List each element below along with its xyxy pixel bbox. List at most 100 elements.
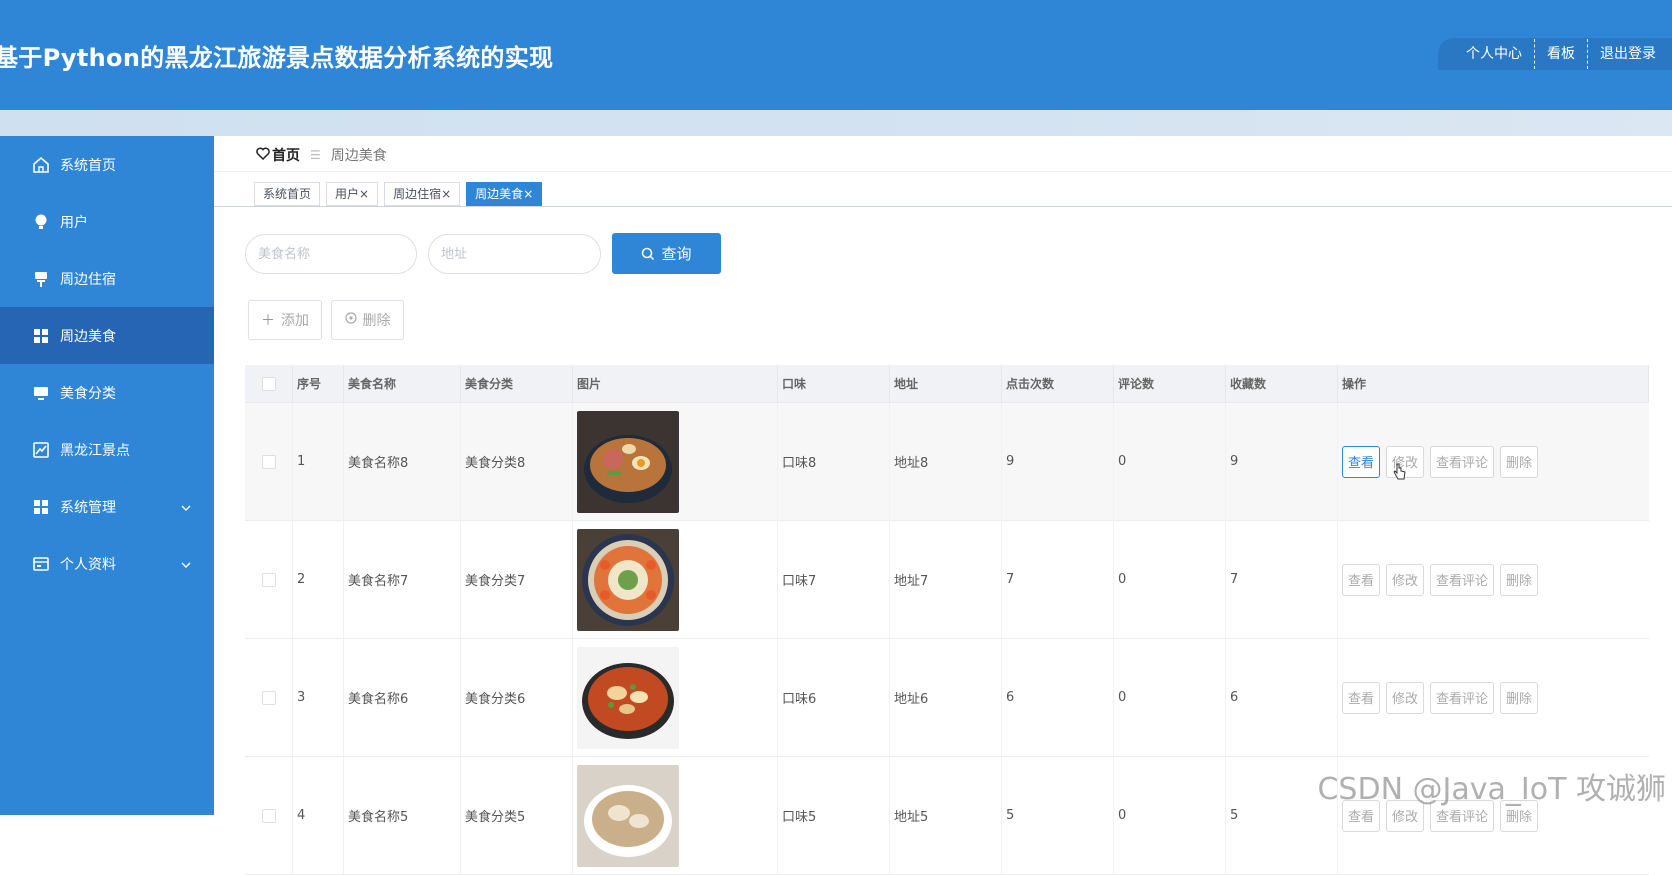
- pointer-cursor-icon: [1393, 463, 1407, 485]
- app-title: 基于Python的黑龙江旅游景点数据分析系统的实现: [0, 44, 554, 72]
- sidebar-item-food[interactable]: 周边美食: [0, 307, 214, 364]
- column-header: 图片: [573, 365, 778, 402]
- food-taste: 口味6: [778, 639, 890, 756]
- row-checkbox[interactable]: [261, 454, 276, 469]
- click-count: 6: [1002, 639, 1114, 756]
- view-comments-button[interactable]: 查看评论: [1430, 681, 1495, 714]
- comment-count: 0: [1114, 403, 1226, 520]
- profile-center-link[interactable]: 个人中心: [1454, 38, 1534, 70]
- grid-icon: [32, 498, 50, 516]
- food-taste: 口味7: [778, 521, 890, 638]
- search-button[interactable]: 查询: [612, 233, 721, 274]
- sidebar-item-home[interactable]: 系统首页: [0, 136, 214, 193]
- column-header: 评论数: [1114, 365, 1226, 402]
- favorite-count: 7: [1226, 521, 1338, 638]
- sidebar-item-label: 黑龙江景点: [60, 442, 130, 459]
- tab-label: 周边住宿: [393, 187, 442, 201]
- food-name: 美食名称7: [344, 521, 461, 638]
- add-button[interactable]: ＋ 添加: [248, 300, 322, 340]
- column-header: 点击次数: [1002, 365, 1114, 402]
- food-address: 地址6: [890, 639, 1002, 756]
- close-icon[interactable]: ×: [523, 187, 533, 201]
- delete-row-button[interactable]: 删除: [1500, 445, 1539, 478]
- table-row: 1 美食名称8 美食分类8 口味8 地址8 9 0 9 查看 修改 查看评论 删…: [245, 403, 1649, 521]
- column-header: 美食名称: [344, 365, 461, 402]
- sidebar-item-system-management[interactable]: 系统管理: [0, 478, 214, 535]
- tab-lodging[interactable]: 周边住宿×: [384, 182, 461, 206]
- chevron-down-icon: [180, 500, 192, 516]
- food-category: 美食分类7: [461, 521, 573, 638]
- divider: [214, 206, 1672, 207]
- heart-icon: [256, 147, 270, 164]
- sidebar-item-label: 周边住宿: [60, 271, 116, 288]
- column-header: 收藏数: [1226, 365, 1338, 402]
- tab-home[interactable]: 系统首页: [254, 182, 321, 206]
- tab-users[interactable]: 用户×: [326, 182, 379, 206]
- view-button[interactable]: 查看: [1342, 563, 1381, 596]
- sidebar-item-lodging[interactable]: 周边住宿: [0, 250, 214, 307]
- dashboard-link[interactable]: 看板: [1535, 38, 1587, 70]
- row-checkbox[interactable]: [261, 690, 276, 705]
- plus-icon: ＋: [261, 313, 275, 329]
- sidebar-item-profile[interactable]: 个人资料: [0, 535, 214, 592]
- home-icon: [32, 156, 50, 174]
- breadcrumb-current: 周边美食: [330, 148, 387, 164]
- tab-label: 用户: [335, 187, 360, 201]
- view-button[interactable]: 查看: [1342, 445, 1381, 478]
- food-name-input[interactable]: [245, 234, 417, 274]
- row-checkbox[interactable]: [261, 808, 276, 823]
- food-image: [577, 764, 679, 867]
- delete-row-button[interactable]: 删除: [1500, 563, 1539, 596]
- logout-link[interactable]: 退出登录: [1588, 38, 1668, 70]
- breadcrumb-separator-icon: ☰: [310, 148, 321, 162]
- food-address: 地址7: [890, 521, 1002, 638]
- add-button-label: 添加: [281, 313, 309, 329]
- food-category: 美食分类6: [461, 639, 573, 756]
- sidebar: 系统首页 用户 周边住宿 周边美食 美食分类 黑龙江景点 系统管理 个人资料: [0, 136, 214, 815]
- chevron-down-icon: [180, 557, 192, 573]
- delete-button[interactable]: 删除: [331, 300, 404, 340]
- sidebar-item-label: 系统首页: [60, 157, 116, 174]
- column-header: 地址: [890, 365, 1002, 402]
- row-checkbox[interactable]: [261, 572, 276, 587]
- sidebar-item-label: 系统管理: [60, 499, 116, 516]
- select-all-checkbox[interactable]: [261, 376, 276, 391]
- favorite-count: 9: [1226, 403, 1338, 520]
- close-icon[interactable]: ×: [359, 187, 369, 201]
- row-index: 3: [293, 639, 344, 756]
- table-header: 序号 美食名称 美食分类 图片 口味 地址 点击次数 评论数 收藏数 操作: [245, 365, 1649, 403]
- address-input[interactable]: [428, 234, 601, 274]
- sidebar-item-label: 周边美食: [60, 328, 116, 345]
- view-comments-button[interactable]: 查看评论: [1430, 563, 1495, 596]
- view-button[interactable]: 查看: [1342, 681, 1381, 714]
- delete-row-button[interactable]: 删除: [1500, 681, 1539, 714]
- food-address: 地址5: [890, 757, 1002, 874]
- row-index: 4: [293, 757, 344, 874]
- delete-button-label: 删除: [362, 313, 391, 329]
- app-header: 基于Python的黑龙江旅游景点数据分析系统的实现 个人中心 看板 退出登录: [0, 0, 1672, 110]
- row-index: 2: [293, 521, 344, 638]
- edit-button[interactable]: 修改: [1386, 563, 1425, 596]
- sidebar-item-food-category[interactable]: 美食分类: [0, 364, 214, 421]
- sidebar-item-attractions[interactable]: 黑龙江景点: [0, 421, 214, 478]
- tab-bar: 系统首页 用户× 周边住宿× 周边美食×: [254, 182, 548, 206]
- breadcrumb-home[interactable]: 首页: [272, 145, 300, 165]
- monitor-icon: [32, 384, 50, 402]
- table-row: 2 美食名称7 美食分类7 口味7 地址7 7 0 7 查看 修改 查看评论 删…: [245, 521, 1649, 639]
- user-icon: [32, 213, 50, 231]
- search-icon: [642, 247, 655, 260]
- comment-count: 0: [1114, 757, 1226, 874]
- edit-button[interactable]: 修改: [1386, 681, 1425, 714]
- close-icon[interactable]: ×: [441, 187, 451, 201]
- tab-food[interactable]: 周边美食×: [466, 182, 543, 206]
- column-header: 口味: [778, 365, 890, 402]
- row-index: 1: [293, 403, 344, 520]
- lodging-icon: [32, 270, 50, 288]
- search-button-label: 查询: [661, 245, 692, 263]
- view-comments-button[interactable]: 查看评论: [1430, 445, 1495, 478]
- sidebar-item-label: 用户: [60, 214, 88, 231]
- column-header: 序号: [293, 365, 344, 402]
- sidebar-item-label: 个人资料: [60, 556, 116, 573]
- divider: [214, 171, 1672, 172]
- sidebar-item-users[interactable]: 用户: [0, 193, 214, 250]
